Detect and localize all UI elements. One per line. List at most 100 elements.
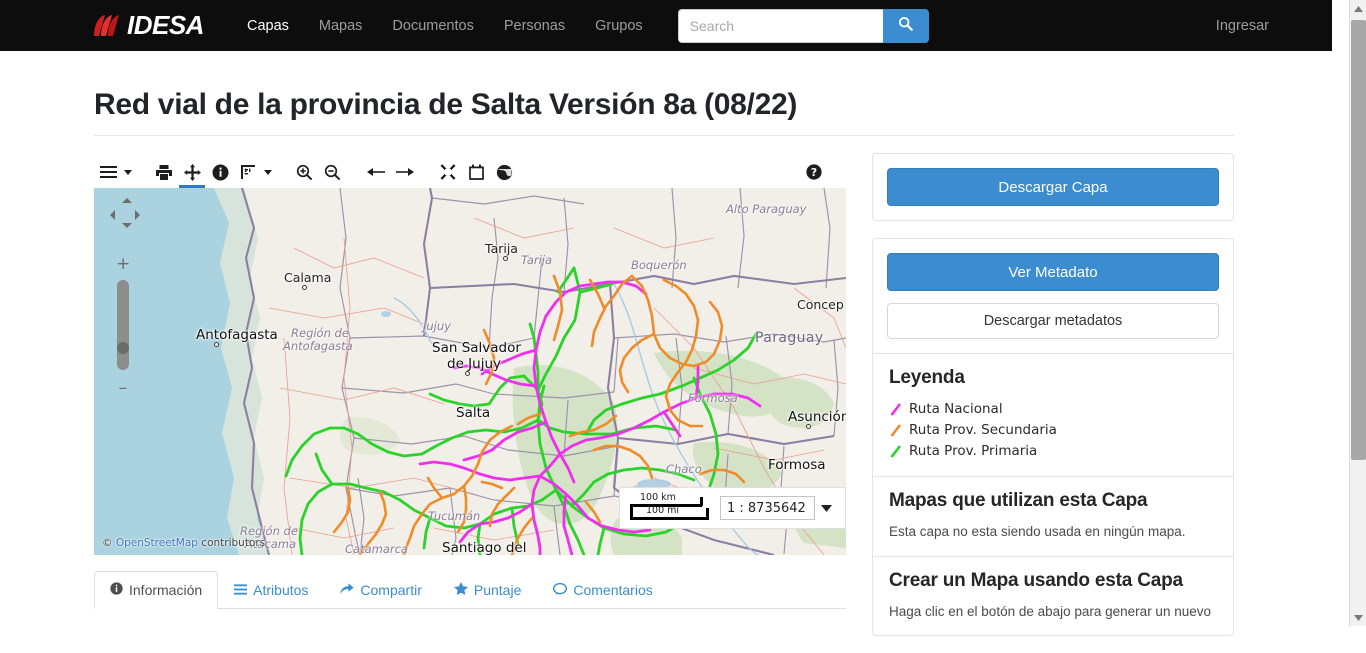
sidebar-column: Descargar Capa Ver Metadato Descargar me…	[872, 153, 1234, 653]
legend-section: Leyenda Ruta Nacional Ruta Prov. Secunda…	[873, 353, 1233, 476]
page-title: Red vial de la provincia de Salta Versió…	[94, 88, 798, 121]
scale-bar-left-tick	[630, 504, 633, 520]
search-button[interactable]	[882, 8, 929, 43]
top-navbar: IDESA Capas Mapas Documentos Personas Gr…	[0, 0, 1332, 51]
scale-input[interactable]	[720, 496, 815, 520]
globe-basemap-icon[interactable]	[490, 156, 518, 188]
map-toolbar: ?	[94, 153, 846, 188]
scale-chevron-down-icon[interactable]	[815, 496, 837, 520]
tab-informacion[interactable]: Información	[94, 571, 219, 609]
map-city-dot	[806, 424, 811, 429]
scrollbar-thumb[interactable]	[1351, 20, 1366, 460]
info-icon[interactable]	[206, 156, 234, 188]
print-icon[interactable]	[150, 156, 178, 188]
browser-scrollbar[interactable]	[1349, 0, 1366, 626]
nav-item-mapas[interactable]: Mapas	[304, 2, 378, 50]
scale-bar-mi-tick	[706, 508, 709, 520]
nav-item-grupos[interactable]: Grupos	[580, 2, 658, 50]
legend-item-ruta-prov-secundaria: Ruta Prov. Secundaria	[889, 420, 1217, 440]
zoom-out-icon[interactable]	[318, 156, 346, 188]
title-divider	[94, 135, 1234, 136]
legend-swatch-magenta-line-icon	[889, 402, 903, 417]
scrollbar-down-arrow-icon[interactable]	[1350, 609, 1366, 626]
openstreetmap-link[interactable]: OpenStreetMap	[116, 537, 198, 549]
measure-ruler-icon[interactable]	[234, 156, 262, 188]
legend-label: Ruta Prov. Secundaria	[909, 422, 1057, 438]
zoom-slider[interactable]	[117, 280, 129, 370]
map-column: ? Antofagasta Calama Región de Antofagas…	[94, 153, 846, 653]
map-city-dot	[503, 256, 508, 261]
previous-extent-icon[interactable]	[362, 156, 390, 188]
pan-right-icon[interactable]	[135, 210, 140, 220]
tab-atributos[interactable]: Atributos	[218, 571, 324, 609]
fullscreen-icon[interactable]	[434, 156, 462, 188]
search-icon	[898, 16, 913, 36]
search-input[interactable]	[677, 8, 883, 43]
download-layer-panel: Descargar Capa	[872, 153, 1234, 221]
comment-bubble-icon	[553, 582, 568, 598]
metadata-buttons: Ver Metadato Descargar metadatos	[873, 239, 1233, 353]
maps-using-layer-section: Mapas que utilizan esta Capa Esta capa n…	[873, 476, 1233, 556]
scale-mi-label: 100 mi	[646, 505, 680, 516]
login-link[interactable]: Ingresar	[1201, 2, 1284, 50]
zoom-out-minus-icon[interactable]: –	[116, 380, 130, 397]
idesa-swoosh-logo	[90, 13, 120, 39]
map-city-dot	[214, 342, 219, 347]
page-body: Red vial de la provincia de Salta Versió…	[0, 51, 1332, 637]
pan-move-icon[interactable]	[178, 156, 206, 188]
metadata-panel: Ver Metadato Descargar metadatos Leyenda…	[872, 238, 1234, 637]
nav-item-capas[interactable]: Capas	[232, 2, 304, 50]
share-arrow-icon	[340, 582, 355, 598]
brand-logo[interactable]: IDESA	[90, 0, 204, 51]
zoom-slider-handle[interactable]	[117, 342, 129, 354]
download-metadata-button[interactable]: Descargar metadatos	[887, 303, 1219, 339]
layers-menu-chevron-down-icon[interactable]	[122, 156, 134, 188]
map-viewport[interactable]: Antofagasta Calama Región de Antofagasta Reg…	[94, 188, 846, 555]
legend-swatch-green-line-icon	[889, 444, 903, 459]
help-circle-icon[interactable]: ?	[800, 156, 828, 188]
attribution-contributors: contributors	[201, 537, 266, 549]
svg-text:?: ?	[811, 166, 817, 179]
download-layer-panel-body: Descargar Capa	[873, 154, 1233, 220]
map-attribution: © OpenStreetMap contributors	[102, 537, 265, 549]
content-container: Red vial de la provincia de Salta Versió…	[94, 51, 1234, 653]
list-lines-icon	[234, 582, 248, 598]
detail-tabs: Información Atributos Compartir Puntaje …	[94, 571, 846, 609]
metadata-button-spacer	[887, 291, 1219, 303]
nav-links: Capas Mapas Documentos Personas Grupos	[232, 2, 658, 50]
measure-chevron-down-icon[interactable]	[262, 156, 274, 188]
pan-control	[108, 196, 146, 234]
scale-bar-km-tick	[700, 497, 703, 506]
legend-title: Leyenda	[889, 367, 965, 388]
tab-label: Puntaje	[473, 582, 522, 598]
tab-label: Comentarios	[573, 582, 653, 598]
create-map-text: Haga clic en el botón de abajo para gene…	[889, 603, 1211, 619]
legend-label: Ruta Prov. Primaria	[909, 443, 1038, 459]
tab-comentarios[interactable]: Comentarios	[537, 571, 668, 609]
maps-using-layer-title: Mapas que utilizan esta Capa	[889, 490, 1148, 511]
download-layer-button[interactable]: Descargar Capa	[887, 168, 1219, 206]
maps-using-layer-text: Esta capa no esta siendo usada en ningún…	[889, 524, 1186, 539]
layers-menu-icon[interactable]	[94, 156, 122, 188]
pan-left-icon[interactable]	[110, 210, 115, 220]
scale-bar: 100 km 100 mi	[630, 492, 709, 521]
calendar-icon[interactable]	[462, 156, 490, 188]
next-extent-icon[interactable]	[390, 156, 418, 188]
tab-compartir[interactable]: Compartir	[324, 571, 437, 609]
view-metadata-button[interactable]: Ver Metadato	[887, 253, 1219, 291]
zoom-in-plus-icon[interactable]: +	[116, 256, 130, 273]
map-scale-widget: 100 km 100 mi	[619, 487, 846, 529]
tab-label: Información	[129, 582, 203, 598]
pan-up-icon[interactable]	[122, 198, 132, 203]
legend-item-ruta-prov-primaria: Ruta Prov. Primaria	[889, 441, 1217, 461]
tab-puntaje[interactable]: Puntaje	[438, 571, 537, 609]
copyright-symbol: ©	[102, 537, 113, 549]
nav-item-documentos[interactable]: Documentos	[377, 2, 488, 50]
scrollbar-up-arrow-icon[interactable]	[1350, 0, 1366, 17]
legend-swatch-orange-line-icon	[889, 423, 903, 438]
map-city-dot	[302, 285, 307, 290]
zoom-in-icon[interactable]	[290, 156, 318, 188]
pan-down-icon[interactable]	[122, 223, 132, 228]
brand-name: IDESA	[127, 10, 204, 40]
nav-item-personas[interactable]: Personas	[489, 2, 580, 50]
